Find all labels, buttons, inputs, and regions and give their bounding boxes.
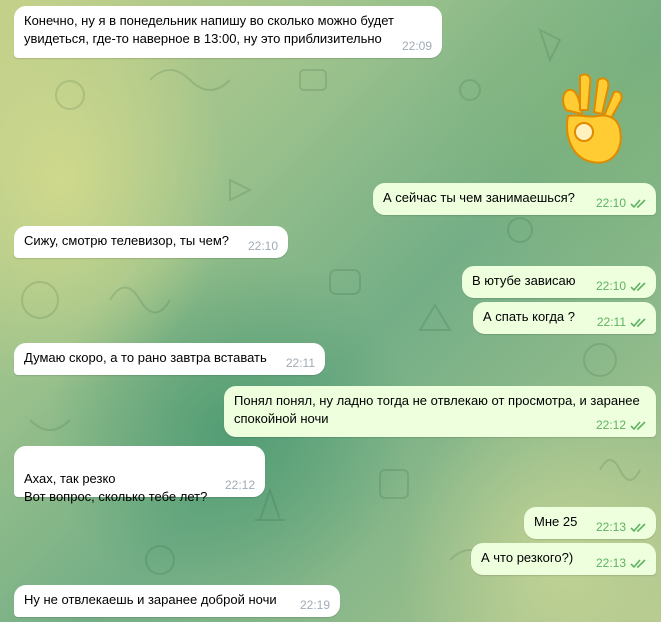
message-time: 22:12 — [595, 418, 626, 432]
message-incoming-3[interactable]: Сижу, смотрю телевизор, ты чем? 22:10 — [14, 226, 288, 258]
message-incoming-11[interactable]: Ну не отвлекаешь и заранее доброй ночи 2… — [14, 585, 340, 617]
message-incoming-6[interactable]: Думаю скоро, а то рано завтра вставать 2… — [14, 343, 325, 375]
ok-hand-emoji-sticker[interactable] — [558, 70, 630, 174]
double-check-icon — [630, 559, 646, 569]
message-outgoing-7[interactable]: Понял понял, ну ладно тогда не отвлекаю … — [224, 386, 656, 437]
double-check-icon — [630, 282, 646, 292]
message-time: 22:11 — [596, 315, 626, 329]
message-outgoing-5[interactable]: А спать когда ? 22:11 — [473, 302, 656, 334]
message-time: 22:13 — [595, 556, 626, 570]
message-text: А сейчас ты чем занимаешься? — [383, 190, 575, 205]
message-text: Конечно, ну я в понедельник напишу во ск… — [24, 13, 394, 46]
double-check-icon — [630, 318, 646, 328]
message-text: Сижу, смотрю телевизор, ты чем? — [24, 233, 230, 248]
message-incoming-8[interactable]: Ахах, так резко Вот вопрос, сколько тебе… — [14, 446, 265, 504]
message-time: 22:09 — [401, 39, 432, 53]
message-text: Мне 25 — [534, 514, 578, 529]
message-outgoing-10[interactable]: А что резкого?) 22:13 — [471, 543, 656, 575]
message-text: Понял понял, ну ладно тогда не отвлекаю … — [234, 393, 640, 426]
message-text: А спать когда ? — [483, 309, 575, 324]
message-text: В ютубе зависаю — [472, 273, 576, 288]
message-text: Ахах, так резко Вот вопрос, сколько тебе… — [24, 471, 208, 504]
double-check-icon — [630, 421, 646, 431]
message-outgoing-2[interactable]: А сейчас ты чем занимаешься? 22:10 — [373, 183, 656, 215]
message-text: А что резкого?) — [481, 550, 574, 565]
message-time: 22:10 — [595, 196, 626, 210]
message-time: 22:10 — [247, 239, 278, 253]
chat-background: Конечно, ну я в понедельник напишу во ск… — [0, 0, 661, 622]
message-time: 22:10 — [595, 279, 626, 293]
message-text: Ну не отвлекаешь и заранее доброй ночи — [24, 592, 277, 607]
message-time: 22:11 — [285, 356, 315, 370]
message-time: 22:13 — [595, 520, 626, 534]
message-outgoing-4[interactable]: В ютубе зависаю 22:10 — [462, 266, 656, 298]
double-check-icon — [630, 523, 646, 533]
message-time: 22:12 — [224, 478, 255, 492]
double-check-icon — [630, 199, 646, 209]
message-incoming-1[interactable]: Конечно, ну я в понедельник напишу во ск… — [14, 6, 442, 58]
message-outgoing-9[interactable]: Мне 25 22:13 — [524, 507, 656, 539]
message-text: Думаю скоро, а то рано завтра вставать — [24, 350, 267, 365]
message-time: 22:19 — [299, 598, 330, 612]
